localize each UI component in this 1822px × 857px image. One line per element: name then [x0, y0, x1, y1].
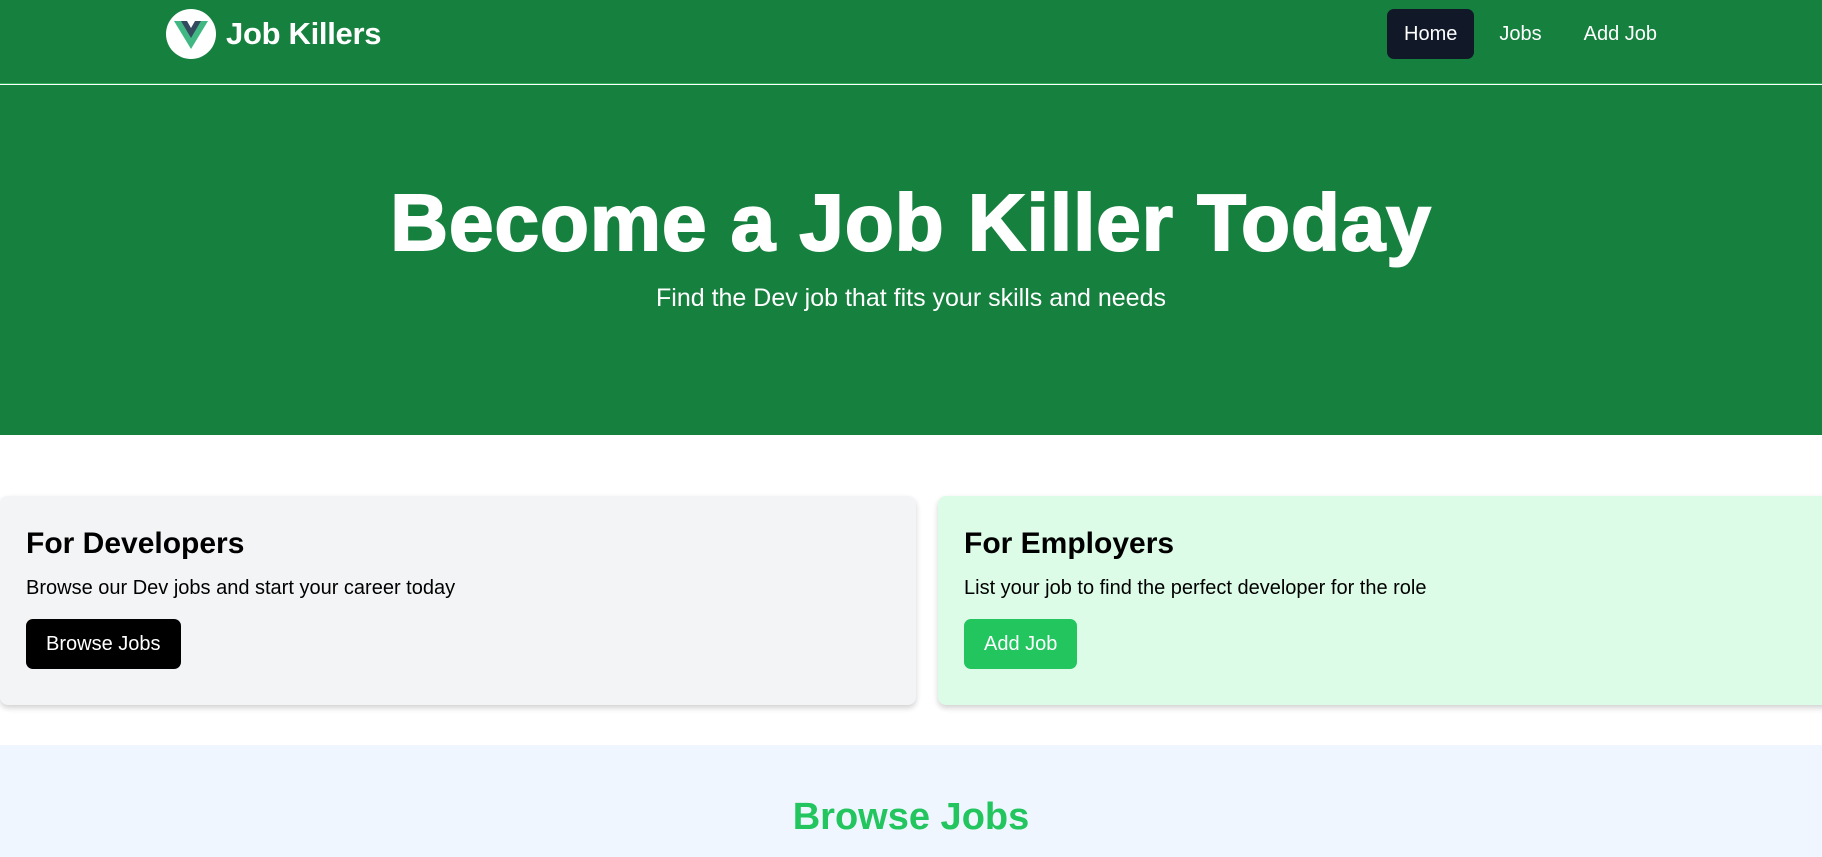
browse-jobs-button[interactable]: Browse Jobs [26, 619, 181, 669]
nav-link-add-job[interactable]: Add Job [1567, 9, 1674, 59]
nav-links: Home Jobs Add Job [1387, 9, 1674, 59]
navbar: Job Killers Home Jobs Add Job [0, 0, 1822, 84]
browse-jobs-title: Browse Jobs [792, 796, 1030, 838]
employers-card-text: List your job to find the perfect develo… [964, 577, 1427, 599]
vue-logo-icon [166, 9, 216, 59]
nav-link-home[interactable]: Home [1387, 9, 1475, 59]
browse-jobs-section: Browse Jobs [0, 745, 1822, 857]
developers-card-title: For Developers [26, 527, 245, 560]
hero-section: Become a Job Killer Today Find the Dev j… [0, 85, 1822, 435]
hero-title: Become a Job Killer Today [389, 178, 1432, 267]
nav-link-jobs[interactable]: Jobs [1482, 9, 1558, 59]
hero-subtitle: Find the Dev job that fits your skills a… [656, 284, 1166, 312]
developers-card-text: Browse our Dev jobs and start your caree… [26, 577, 456, 599]
developers-card: For Developers Browse our Dev jobs and s… [0, 496, 916, 705]
employers-card: For Employers List your job to find the … [938, 496, 1822, 705]
employers-card-title: For Employers [964, 527, 1175, 560]
brand-link[interactable]: Job Killers [166, 9, 382, 59]
add-job-button[interactable]: Add Job [964, 619, 1078, 669]
brand-name: Job Killers [226, 16, 382, 51]
